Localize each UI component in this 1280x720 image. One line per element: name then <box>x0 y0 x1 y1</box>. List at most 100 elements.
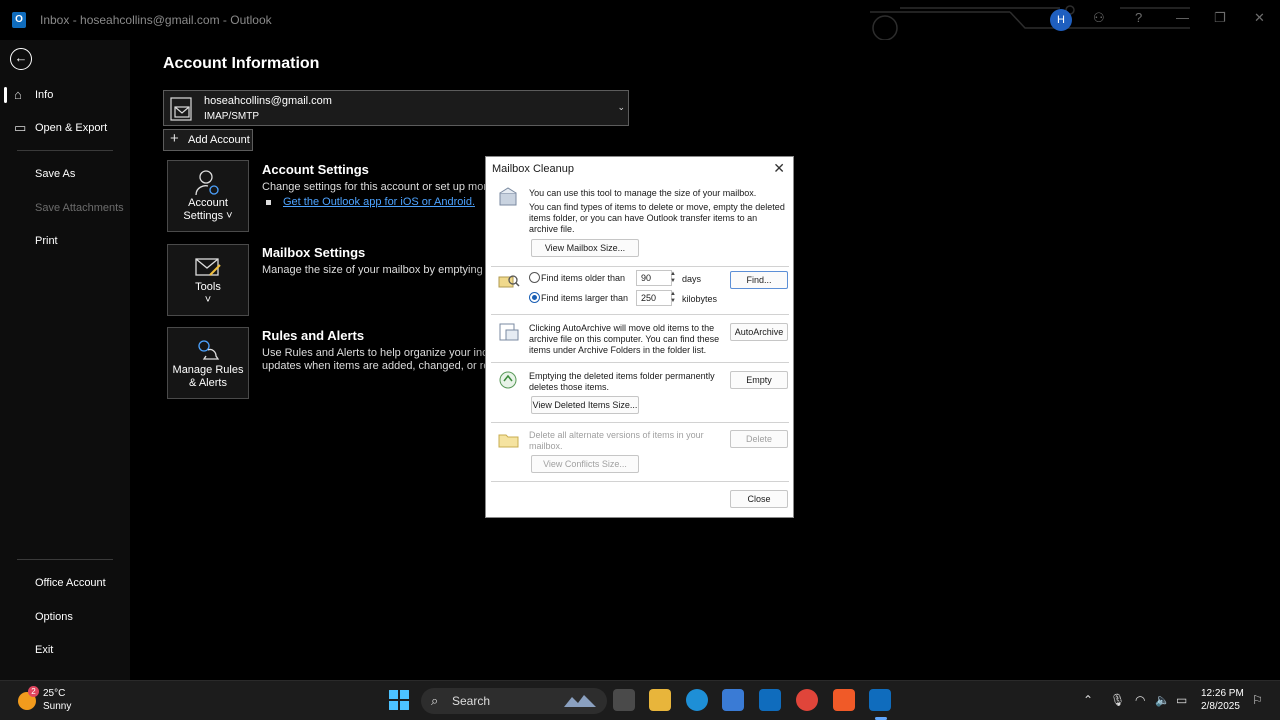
mailbox-cleanup-dialog: Mailbox Cleanup ✕ You can use this tool … <box>485 156 794 518</box>
older-unit-label: days <box>682 274 702 284</box>
nav-item-label: Options <box>35 611 73 623</box>
nav-item-label: Info <box>35 89 54 101</box>
feedback-icon[interactable]: ⚇ <box>1093 10 1105 26</box>
outlook-app-link[interactable]: Get the Outlook app for iOS or Android. <box>283 196 475 208</box>
account-settings-desc: Change settings for this account or set … <box>262 181 487 193</box>
chevron-down-icon: ⌄ <box>617 102 625 112</box>
find-older-label: Find items older than <box>541 273 626 283</box>
nav-item-label: Exit <box>35 644 54 656</box>
help-icon[interactable]: ? <box>1135 10 1142 25</box>
task-view-icon[interactable] <box>613 689 635 711</box>
clock-time[interactable]: 12:26 PM <box>1201 688 1244 699</box>
user-avatar[interactable]: H <box>1050 9 1072 31</box>
search-icon: ⌕ <box>431 693 439 708</box>
autoarchive-button[interactable]: AutoArchive <box>730 323 788 341</box>
chevron-up-icon[interactable]: ⌃ <box>1083 693 1093 707</box>
recycle-bin-icon <box>499 371 517 389</box>
outlook-new-icon[interactable] <box>759 689 781 711</box>
dialog-title: Mailbox Cleanup <box>492 163 574 175</box>
nav-item-office-account[interactable]: Office Account <box>0 569 130 597</box>
rules-alerts-icon <box>198 340 220 360</box>
notification-icon[interactable]: ⚐ <box>1252 693 1263 707</box>
title-bar: O Inbox - hoseahcollins@gmail.com - Outl… <box>0 0 1280 40</box>
backstage-nav: ← ⌂ Info ▭ Open & Export Save As Save At… <box>0 40 130 680</box>
nav-item-label: Save As <box>35 168 76 180</box>
account-settings-button[interactable]: Account Settings ˅ <box>167 160 249 232</box>
older-days-input[interactable]: 90 <box>636 270 672 286</box>
tile-label: Manage Rules <box>172 364 244 376</box>
find-button[interactable]: Find... <box>730 271 788 289</box>
rules-alerts-desc: updates when items are added, changed, o… <box>262 360 487 372</box>
tile-label: & Alerts <box>189 377 227 389</box>
file-explorer-icon[interactable] <box>649 689 671 711</box>
nav-item-print[interactable]: Print <box>0 227 130 255</box>
dialog-close-icon[interactable]: ✕ <box>773 160 785 177</box>
nav-item-open-export[interactable]: ▭ Open & Export <box>0 114 130 142</box>
nav-item-options[interactable]: Options <box>0 603 130 631</box>
nav-divider <box>17 559 113 560</box>
autoarchive-icon <box>499 323 519 341</box>
find-older-radio[interactable] <box>529 272 540 283</box>
microphone-icon[interactable]: 🎙 <box>1110 693 1125 707</box>
nav-item-save-as[interactable]: Save As <box>0 160 130 188</box>
minimize-icon[interactable]: — <box>1176 10 1189 25</box>
window-close-icon[interactable]: ✕ <box>1254 10 1265 26</box>
search-highlight-icon <box>564 695 596 707</box>
view-mailbox-size-button[interactable]: View Mailbox Size... <box>531 239 639 257</box>
view-conflicts-size-button: View Conflicts Size... <box>531 455 639 473</box>
empty-button[interactable]: Empty <box>730 371 788 389</box>
add-account-button[interactable]: + Add Account <box>163 129 253 151</box>
larger-kb-spinner[interactable]: ▲ ▼ <box>670 291 678 305</box>
battery-icon[interactable]: ▭ <box>1176 693 1187 707</box>
close-button[interactable]: Close <box>730 490 788 508</box>
larger-kb-input[interactable]: 250 <box>636 290 672 306</box>
manage-rules-alerts-button[interactable]: Manage Rules & Alerts <box>167 327 249 399</box>
delete-conflicts-button: Delete <box>730 430 788 448</box>
account-type: IMAP/SMTP <box>204 111 260 122</box>
nav-item-label: Print <box>35 235 58 247</box>
account-email: hoseahcollins@gmail.com <box>204 95 332 107</box>
tools-button[interactable]: Tools ˅ <box>167 244 249 316</box>
account-settings-title: Account Settings <box>262 162 369 177</box>
account-settings-icon <box>195 170 219 196</box>
dialog-divider <box>491 481 789 482</box>
dialog-divider <box>491 266 789 267</box>
find-larger-radio[interactable] <box>529 292 540 303</box>
find-larger-label: Find items larger than <box>541 293 629 303</box>
windows-start-icon[interactable] <box>388 689 410 711</box>
weather-condition[interactable]: Sunny <box>43 701 71 712</box>
account-selector[interactable]: hoseahcollins@gmail.com IMAP/SMTP ⌄ <box>163 90 629 126</box>
conflicts-text: Delete all alternate versions of items i… <box>529 430 704 451</box>
restore-icon[interactable]: ❐ <box>1214 10 1226 26</box>
back-arrow-icon[interactable]: ← <box>10 48 32 70</box>
chrome-icon[interactable] <box>796 689 818 711</box>
outlook-classic-icon[interactable] <box>869 689 891 711</box>
nav-divider <box>17 150 113 151</box>
nav-item-info[interactable]: ⌂ Info <box>0 81 130 109</box>
clock-date[interactable]: 2/8/2025 <box>1201 701 1240 712</box>
taskbar: 2 25°C Sunny ⌕ Search ⌃ 🎙 ◠ 🔈 ▭ 12:26 PM… <box>0 680 1280 720</box>
nav-item-save-attachments: Save Attachments <box>0 194 130 222</box>
volume-icon[interactable]: 🔈 <box>1155 693 1170 707</box>
conflicts-folder-icon <box>498 434 519 448</box>
dialog-divider <box>491 422 789 423</box>
intro-text-2: You can find types of items to delete or… <box>529 202 785 234</box>
tile-label: ˅ <box>204 294 212 306</box>
edge-icon[interactable] <box>686 689 708 711</box>
weather-temperature[interactable]: 25°C <box>43 688 65 699</box>
autoarchive-text: Clicking AutoArchive will move old items… <box>529 323 720 355</box>
folder-icon: ▭ <box>14 120 27 135</box>
tools-mail-icon <box>195 258 221 276</box>
microsoft-store-icon[interactable] <box>722 689 744 711</box>
tile-label: Account <box>188 197 228 209</box>
larger-unit-label: kilobytes <box>682 294 718 304</box>
wifi-icon[interactable]: ◠ <box>1135 693 1145 707</box>
older-days-spinner[interactable]: ▲ ▼ <box>670 271 678 285</box>
page-title: Account Information <box>163 55 320 72</box>
view-deleted-items-size-button[interactable]: View Deleted Items Size... <box>531 396 639 414</box>
nav-item-exit[interactable]: Exit <box>0 636 130 664</box>
brave-icon[interactable] <box>833 689 855 711</box>
nav-item-label: Save Attachments <box>35 202 124 214</box>
dialog-divider <box>491 362 789 363</box>
mailbox-settings-title: Mailbox Settings <box>262 245 366 260</box>
